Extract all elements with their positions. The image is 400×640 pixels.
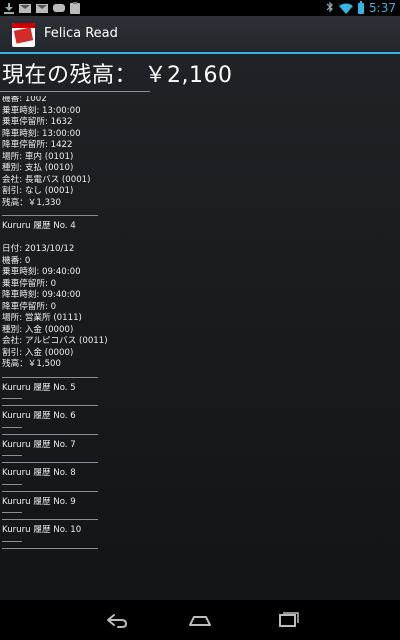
history-field: 乗車時刻: 09:40:00 <box>2 267 81 277</box>
action-bar: Felica Read <box>0 16 400 54</box>
entry-short-divider <box>2 540 22 542</box>
history-field: 割引: 入金 (0000) <box>2 347 74 358</box>
history-entry-title: Kururu 履歴 No. 6 <box>2 411 76 421</box>
current-balance: 現在の残高： ￥2,160 <box>2 63 233 88</box>
mail-icon <box>36 3 48 13</box>
balance-divider <box>0 91 150 92</box>
entry-short-divider <box>2 512 22 513</box>
history-scroll: 機番: 1002 乗車時刻: 13:00:00 乗車停留所: 1632 降車時刻: 1… <box>2 96 392 554</box>
history-field: 残高：￥1,330 <box>2 197 61 208</box>
entry-divider <box>2 490 98 492</box>
gamepad-icon <box>53 4 65 12</box>
recent-apps-icon <box>279 612 299 627</box>
entry-divider <box>2 215 98 216</box>
recent-apps-button[interactable] <box>268 608 308 632</box>
history-field: 降車時刻: 13:00:00 <box>2 128 81 139</box>
entry-short-divider <box>2 455 22 456</box>
history-field: 日付: 2013/10/12 <box>2 244 75 254</box>
entry-short-divider <box>2 426 22 428</box>
battery-icon <box>358 0 365 14</box>
history-entry: Kururu 履歴 No. 9 <box>2 496 392 520</box>
history-field: 割引: なし (0001) <box>2 186 74 196</box>
entry-divider <box>2 376 98 378</box>
history-entry-title: Kururu 履歴 No. 5 <box>2 382 76 393</box>
history-field <box>2 233 392 245</box>
entry-divider <box>2 462 98 463</box>
system-icons: 5:37 <box>326 0 396 18</box>
history-field: 種別: 支払 (0010) <box>2 163 74 173</box>
history-entry: 機番: 1002 乗車時刻: 13:00:00 乗車停留所: 1632 降車時刻: 1… <box>2 96 392 216</box>
history-field: 会社: アルピコバス (0011) <box>2 336 108 346</box>
clipboard-icon <box>70 1 80 14</box>
home-button[interactable] <box>180 608 220 632</box>
entry-divider <box>2 519 98 520</box>
entry-divider <box>2 547 98 549</box>
back-icon <box>107 614 128 628</box>
history-field: 残高：￥1,500 <box>2 359 61 369</box>
status-bar: 5:37 <box>0 0 400 16</box>
felica-card-icon[interactable] <box>12 23 35 47</box>
entry-short-divider <box>2 483 22 485</box>
history-entry-title: Kururu 履歴 No. 10 <box>2 525 82 535</box>
history-field: 降車停留所: 1422 <box>2 140 73 150</box>
history-entry-title: Kururu 履歴 No. 8 <box>2 468 76 478</box>
history-field: 乗車停留所: 0 <box>2 278 57 289</box>
history-entry: Kururu 履歴 No. 4 日付: 2013/10/12 機番: 0 乗車時刻:… <box>2 221 392 378</box>
back-button[interactable] <box>96 608 136 632</box>
history-field: 降車時刻: 09:40:00 <box>2 290 81 300</box>
home-icon <box>189 616 211 626</box>
history-field: 場所: 車内 (0101) <box>2 151 74 162</box>
history-entry-title: Kururu 履歴 No. 7 <box>2 439 76 450</box>
wifi-icon <box>339 0 354 18</box>
app-title: Felica Read <box>44 26 118 41</box>
entry-divider <box>2 433 98 435</box>
clock: 5:37 <box>369 1 396 15</box>
content-area: 現在の残高： ￥2,160 機番: 1002 乗車時刻: 13:00:00 乗車停留… <box>0 54 400 600</box>
history-entry: Kururu 履歴 No. 5 <box>2 382 392 406</box>
history-field: 乗車時刻: 13:00:00 <box>2 105 81 116</box>
history-entry: Kururu 履歴 No. 6 <box>2 411 392 435</box>
history-entry: Kururu 履歴 No. 10 <box>2 525 392 549</box>
history-entry: Kururu 履歴 No. 8 <box>2 468 392 492</box>
history-field: 会社: 長電バス (0001) <box>2 174 91 185</box>
entry-divider <box>2 405 98 406</box>
history-field: 乗車停留所: 1632 <box>2 117 73 127</box>
download-icon <box>4 2 14 14</box>
history-list[interactable]: 機番: 1002 乗車時刻: 13:00:00 乗車停留所: 1632 降車時刻: 1… <box>0 96 400 600</box>
history-field: 場所: 営業所 (0111) <box>2 313 82 323</box>
navigation-bar <box>0 600 400 640</box>
history-field: 降車停留所: 0 <box>2 301 57 312</box>
history-entry-title: Kururu 履歴 No. 4 <box>2 221 76 231</box>
history-field: 機番: 0 <box>2 255 31 266</box>
bluetooth-icon <box>326 1 334 16</box>
history-field: 種別: 入金 (0000) <box>2 324 74 335</box>
notification-icons <box>4 1 80 14</box>
history-entry: Kururu 履歴 No. 7 <box>2 439 392 463</box>
history-entry-title: Kururu 履歴 No. 9 <box>2 496 76 507</box>
mail-icon <box>19 3 31 13</box>
entry-short-divider <box>2 398 22 399</box>
history-field: 機番: 1002 <box>2 96 47 104</box>
